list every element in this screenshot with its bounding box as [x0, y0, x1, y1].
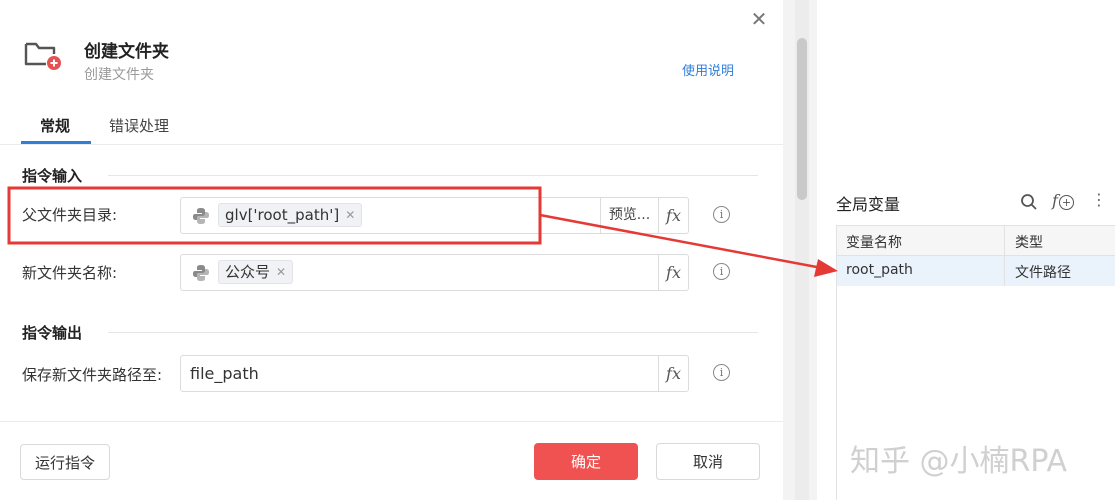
search-icon[interactable]	[1020, 193, 1038, 211]
chip-label: 公众号	[225, 263, 271, 281]
tab-divider	[0, 144, 783, 145]
save-path-field[interactable]: file_path fx	[180, 355, 689, 392]
folder-add-icon	[24, 38, 64, 72]
tab-error-handling[interactable]: 错误处理	[109, 115, 169, 136]
parent-dir-field[interactable]: glv['root_path'] ✕ 预览... fx	[180, 197, 689, 234]
info-icon[interactable]: i	[713, 364, 730, 381]
create-folder-dialog: ✕ 创建文件夹 创建文件夹 使用说明 常规 错误处理 指令输入 父文件夹目录: …	[0, 0, 783, 500]
dialog-title: 创建文件夹	[84, 42, 169, 62]
info-icon[interactable]: i	[713, 206, 730, 223]
run-command-button[interactable]: 运行指令	[20, 444, 110, 480]
dialog-subtitle: 创建文件夹	[84, 67, 154, 83]
section-divider	[108, 175, 758, 176]
global-variables-title: 全局变量	[836, 195, 901, 214]
column-divider	[1004, 256, 1005, 286]
fx-icon[interactable]: fx	[659, 198, 688, 233]
table-row[interactable]: root_path 文件路径	[837, 256, 1115, 286]
tab-general[interactable]: 常规	[40, 115, 70, 136]
variable-chip[interactable]: glv['root_path'] ✕	[218, 203, 363, 227]
python-icon	[192, 264, 210, 282]
output-section-title: 指令输出	[22, 324, 83, 342]
new-folder-name-label: 新文件夹名称:	[22, 264, 118, 282]
confirm-button[interactable]: 确定	[534, 443, 638, 480]
footer-divider	[0, 421, 783, 422]
fx-icon[interactable]: fx	[659, 356, 688, 391]
global-variables-panel: 全局变量 f + ⋮ 变量名称 类型 root_path 文件路径	[817, 0, 1115, 500]
parent-dir-label: 父文件夹目录:	[22, 206, 118, 224]
variable-type-cell: 文件路径	[1015, 265, 1071, 281]
cancel-button[interactable]: 取消	[656, 443, 760, 480]
preview-button[interactable]: 预览...	[601, 198, 658, 233]
section-divider	[108, 332, 758, 333]
more-options-icon[interactable]: ⋮	[1091, 191, 1107, 211]
chip-label: glv['root_path']	[225, 206, 340, 224]
new-folder-name-field[interactable]: 公众号 ✕ fx	[180, 254, 689, 291]
help-link[interactable]: 使用说明	[682, 60, 734, 79]
variables-table: 变量名称 类型 root_path 文件路径	[836, 225, 1115, 500]
save-path-value: file_path	[190, 364, 259, 383]
table-header: 变量名称 类型	[837, 226, 1115, 256]
save-path-label: 保存新文件夹路径至:	[22, 366, 163, 384]
scrollbar-thumb[interactable]	[797, 38, 807, 200]
chip-remove-icon[interactable]: ✕	[276, 260, 286, 284]
variable-name-cell: root_path	[846, 262, 913, 278]
column-header-type: 类型	[1015, 235, 1043, 251]
fx-icon[interactable]: fx	[659, 255, 688, 290]
chip-remove-icon[interactable]: ✕	[345, 203, 355, 227]
add-function-icon[interactable]: f +	[1052, 191, 1075, 211]
input-section-title: 指令输入	[22, 167, 83, 185]
column-divider	[1004, 226, 1005, 256]
close-icon[interactable]: ✕	[749, 9, 769, 29]
column-header-name: 变量名称	[846, 235, 902, 251]
info-icon[interactable]: i	[713, 263, 730, 280]
variable-chip[interactable]: 公众号 ✕	[218, 260, 294, 284]
python-icon	[192, 207, 210, 225]
